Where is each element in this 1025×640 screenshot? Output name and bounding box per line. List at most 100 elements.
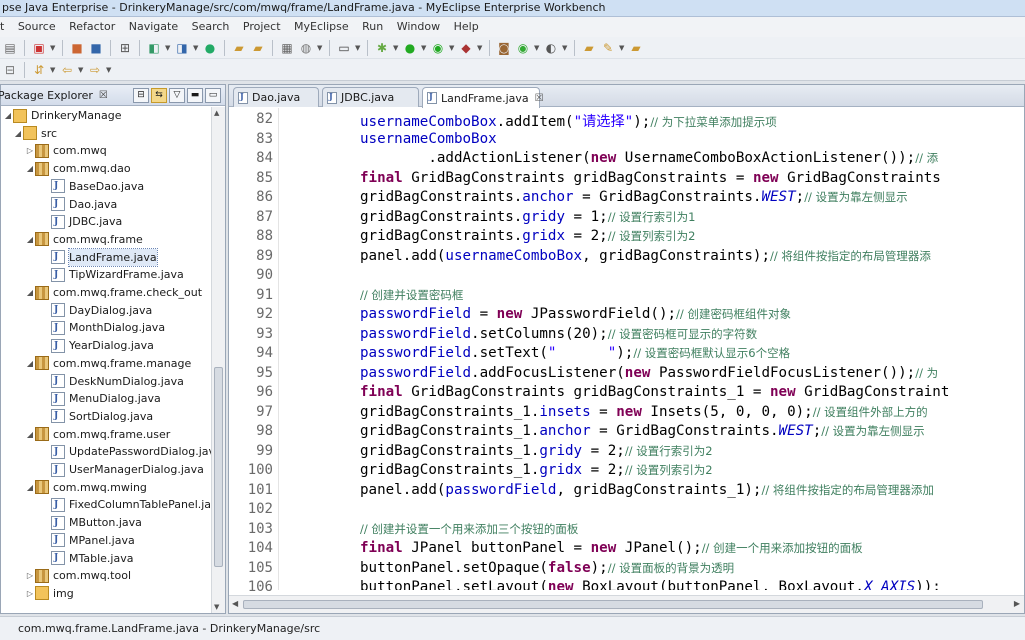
menu-project[interactable]: Project [238,17,286,36]
tree-scrollbar[interactable]: ▲ ▼ [211,107,225,613]
search-folder-icon[interactable]: ▰ [628,40,644,56]
menu-window[interactable]: Window [392,17,445,36]
chevron-down-icon[interactable]: ▼ [449,44,455,52]
tree-item-package[interactable]: ▷ com.mwq.tool [25,567,131,584]
tree-item-package[interactable]: ◢ com.mwq.frame [25,231,143,248]
chevron-down-icon[interactable]: ▼ [619,44,625,52]
server-icon[interactable]: ⊞ [117,40,133,56]
new-class-icon[interactable]: ▰ [250,40,266,56]
new-wizard-icon[interactable]: ▣ [31,40,47,56]
open-folder-icon[interactable]: ▰ [581,40,597,56]
monitor-icon[interactable]: ▭ [336,40,352,56]
chevron-down-icon[interactable]: ▼ [193,44,199,52]
open-resource-icon[interactable]: ■ [88,40,104,56]
link-with-editor-icon[interactable]: ⇆ [151,87,167,103]
expand-arrow-icon[interactable]: ◢ [25,426,35,443]
maximize-icon[interactable]: ▭ [205,87,221,103]
run-server-icon[interactable]: ◨ [174,40,190,56]
tab-landframe-java[interactable]: LandFrame.java ☒ [422,87,544,108]
run-external-icon[interactable]: ◉ [430,40,446,56]
minimize-icon[interactable]: ▬ [187,87,203,103]
next-annotation-icon[interactable]: ⇵ [31,62,47,78]
chevron-down-icon[interactable]: ▼ [421,44,427,52]
tree-item-java-file[interactable]: Dao.java [41,196,117,213]
new-java-class-icon[interactable]: ◉ [515,40,531,56]
expand-arrow-icon[interactable]: ◢ [25,284,35,301]
tree-item-src[interactable]: ◢ src [13,125,57,142]
menu-file[interactable]: t [0,17,9,36]
tree-item-java-file[interactable]: BaseDao.java [41,178,144,195]
chevron-down-icon[interactable]: ▼ [562,44,568,52]
chevron-down-icon[interactable]: ▼ [393,44,399,52]
tab-jdbc-java[interactable]: JDBC.java [322,87,419,107]
scrollbar-thumb[interactable] [214,367,223,567]
scroll-up-icon[interactable]: ▲ [214,109,219,117]
back-icon[interactable]: ⇦ [59,62,75,78]
tree-item-package[interactable]: ◢ com.mwq.frame.user [25,426,170,443]
tree-item-java-file[interactable]: YearDialog.java [41,337,154,355]
chevron-down-icon[interactable]: ▼ [477,44,483,52]
collapse-arrow-icon[interactable]: ▷ [25,142,35,159]
collapse-icon[interactable]: ⊟ [2,62,18,78]
scroll-down-icon[interactable]: ▼ [214,603,219,611]
expand-arrow-icon[interactable]: ◢ [25,231,35,248]
menu-help[interactable]: Help [449,17,484,36]
deploy-icon[interactable]: ◧ [146,40,162,56]
menu-navigate[interactable]: Navigate [124,17,183,36]
scroll-left-icon[interactable]: ◀ [232,599,238,608]
package-explorer-title[interactable]: Package Explorer [0,89,93,102]
tree-item-java-file[interactable]: LandFrame.java [41,247,158,267]
tab-dao-java[interactable]: Dao.java [233,87,319,107]
run-icon[interactable]: ● [402,40,418,56]
debug-icon[interactable]: ✱ [374,40,390,56]
expand-arrow-icon[interactable]: ◢ [25,479,35,496]
new-package-icon[interactable]: ◙ [496,40,512,56]
collapse-arrow-icon[interactable]: ▷ [25,585,35,602]
expand-arrow-icon[interactable]: ◢ [25,355,35,372]
new-java-project-icon[interactable]: ◆ [458,40,474,56]
tree-item-java-file[interactable]: UpdatePasswordDialog.java [41,443,211,461]
expand-arrow-icon[interactable]: ◢ [25,160,35,177]
chevron-down-icon[interactable]: ▼ [78,66,84,74]
browser-icon[interactable]: ● [202,40,218,56]
expand-arrow-icon[interactable]: ◢ [3,107,13,124]
chevron-down-icon[interactable]: ▼ [50,66,56,74]
image-editor-icon[interactable]: ▦ [279,40,295,56]
tree-item-java-file[interactable]: DeskNumDialog.java [41,373,184,390]
print-icon[interactable]: ▤ [2,40,18,56]
tree-item-java-file[interactable]: MButton.java [41,514,142,532]
code-area[interactable]: usernameComboBox.addItem("请选择");// 为下拉菜单… [280,108,1024,590]
tree-item-java-file[interactable]: DayDialog.java [41,302,152,319]
tree-item-java-file[interactable]: UserManagerDialog.java [41,461,204,479]
scroll-right-icon[interactable]: ▶ [1014,599,1020,608]
close-tab-icon[interactable]: ☒ [535,93,544,104]
close-icon[interactable]: ☒ [99,90,108,101]
editor-horizontal-scrollbar[interactable]: ◀ ▶ [229,595,1024,613]
tree-item-java-file[interactable]: SortDialog.java [41,408,153,425]
tree-item-folder[interactable]: ▷ img [25,585,74,602]
chevron-down-icon[interactable]: ▼ [534,44,540,52]
web-icon[interactable]: ◍ [298,40,314,56]
tree-item-java-file[interactable]: MTable.java [41,550,133,567]
menu-myeclipse[interactable]: MyEclipse [289,17,354,36]
open-perspective-icon[interactable]: ▰ [231,40,247,56]
chevron-down-icon[interactable]: ▼ [355,44,361,52]
tree-item-package[interactable]: ◢ com.mwq.mwing [25,479,147,496]
collapse-arrow-icon[interactable]: ▷ [25,567,35,584]
tree-item-java-file[interactable]: FixedColumnTablePanel.java [41,496,211,514]
tree-item-java-file[interactable]: MenuDialog.java [41,390,161,408]
expand-arrow-icon[interactable]: ◢ [13,125,23,142]
collapse-all-icon[interactable]: ⊟ [133,87,149,103]
tree-item-package[interactable]: ▷ com.mwq [25,142,107,159]
chevron-down-icon[interactable]: ▼ [106,66,112,74]
menu-refactor[interactable]: Refactor [64,17,120,36]
tree-item-package[interactable]: ◢ com.mwq.frame.manage [25,355,191,372]
tree-item-java-file[interactable]: MonthDialog.java [41,319,165,337]
tree-item-package[interactable]: ◢ com.mwq.dao [25,160,131,177]
view-menu-icon[interactable]: ▽ [169,87,185,103]
menu-source[interactable]: Source [13,17,61,36]
tree-item-java-file[interactable]: MPanel.java [41,532,135,549]
tree-item-project[interactable]: ◢ DrinkeryManage [3,107,122,124]
chevron-down-icon[interactable]: ▼ [165,44,171,52]
chevron-down-icon[interactable]: ▼ [317,44,323,52]
